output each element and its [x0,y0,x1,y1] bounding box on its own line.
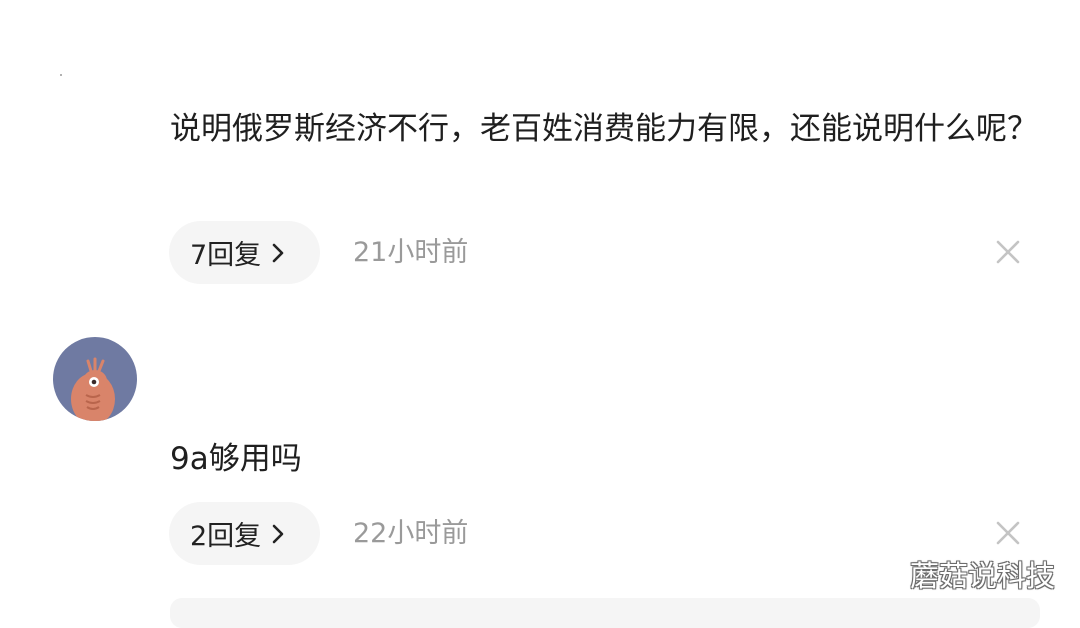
watermark: 蘑菇说科技 [910,559,1056,593]
reply-count-button[interactable]: 2回复 [169,502,320,565]
close-icon[interactable] [993,237,1023,267]
comment-text: 9a够用吗 [170,441,302,477]
next-comment-card [170,598,1040,628]
stray-dot [60,74,62,76]
reply-count-label: 7回复 [190,240,262,271]
comment-timestamp: 22小时前 [353,518,469,549]
chevron-right-icon [271,242,285,264]
comment-text: 说明俄罗斯经济不行，老百姓消费能力有限，还能说明什么呢？ [170,111,1038,147]
comment-timestamp: 21小时前 [353,237,469,268]
reply-count-button[interactable]: 7回复 [169,221,320,284]
reply-count-label: 2回复 [190,521,262,552]
avatar[interactable] [53,337,137,421]
chevron-right-icon [271,523,285,545]
close-icon[interactable] [993,518,1023,548]
